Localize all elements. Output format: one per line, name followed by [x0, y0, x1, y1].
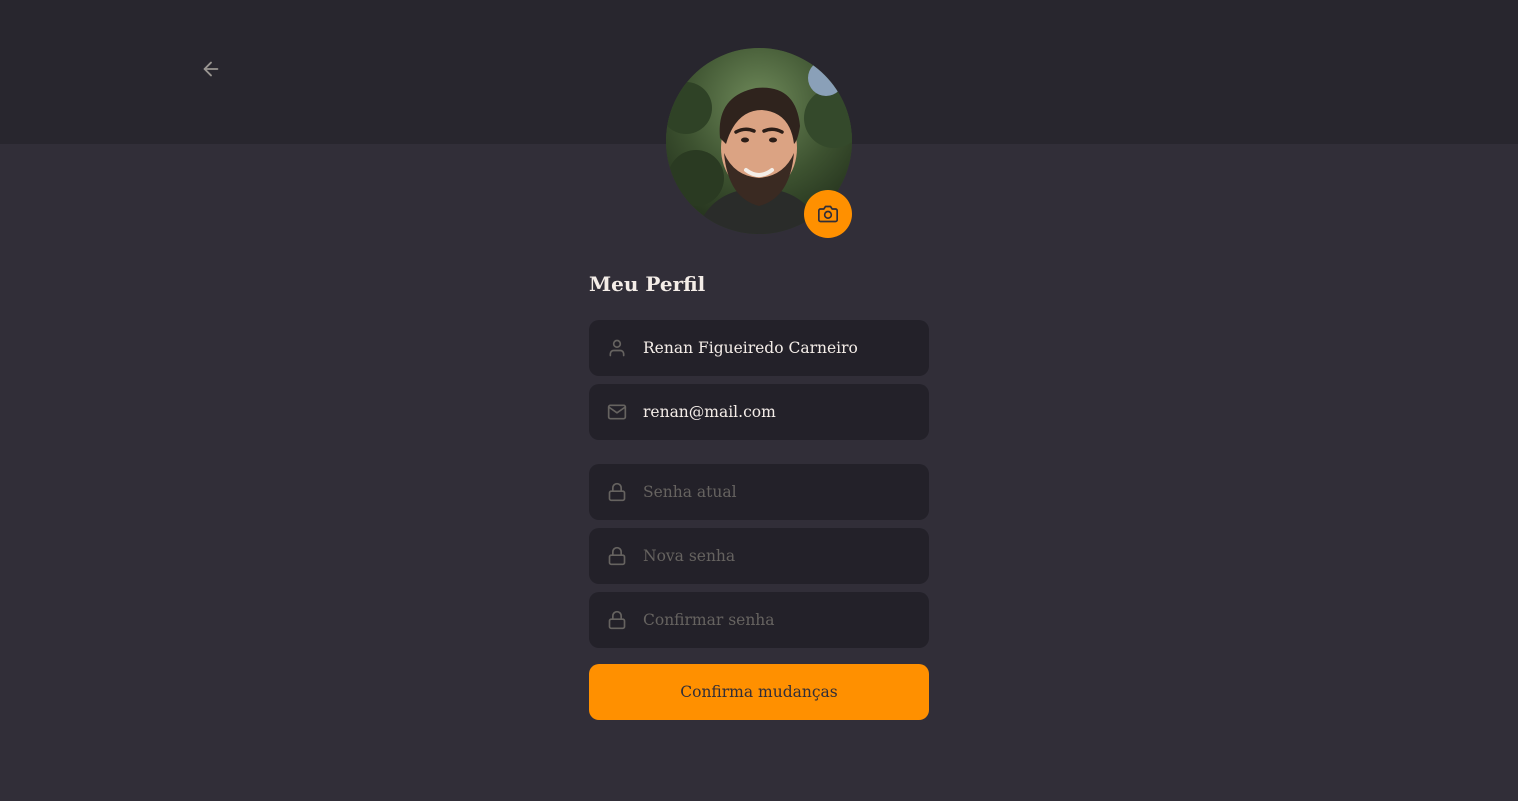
lock-icon [607, 482, 627, 502]
page-title: Meu Perfil [589, 272, 706, 296]
mail-icon [607, 402, 627, 422]
confirm-password-field[interactable] [589, 592, 929, 648]
old-password-input[interactable] [643, 483, 913, 501]
old-password-field[interactable] [589, 464, 929, 520]
lock-icon [607, 610, 627, 630]
new-password-input[interactable] [643, 547, 913, 565]
back-button[interactable] [196, 54, 226, 84]
change-avatar-button[interactable] [804, 190, 852, 238]
new-password-field[interactable] [589, 528, 929, 584]
name-input[interactable] [643, 339, 913, 357]
email-field[interactable] [589, 384, 929, 440]
camera-icon [818, 205, 838, 223]
profile-form: Meu Perfil Renan Figueiredo Carneiro ren… [589, 268, 929, 720]
name-field[interactable] [589, 320, 929, 376]
arrow-left-icon [203, 61, 219, 77]
confirm-password-input[interactable] [643, 611, 913, 629]
user-icon [607, 338, 627, 358]
avatar-container [666, 48, 852, 238]
email-input[interactable] [643, 403, 913, 421]
confirm-changes-button[interactable]: Confirma mudanças [589, 664, 929, 720]
lock-icon [607, 546, 627, 566]
